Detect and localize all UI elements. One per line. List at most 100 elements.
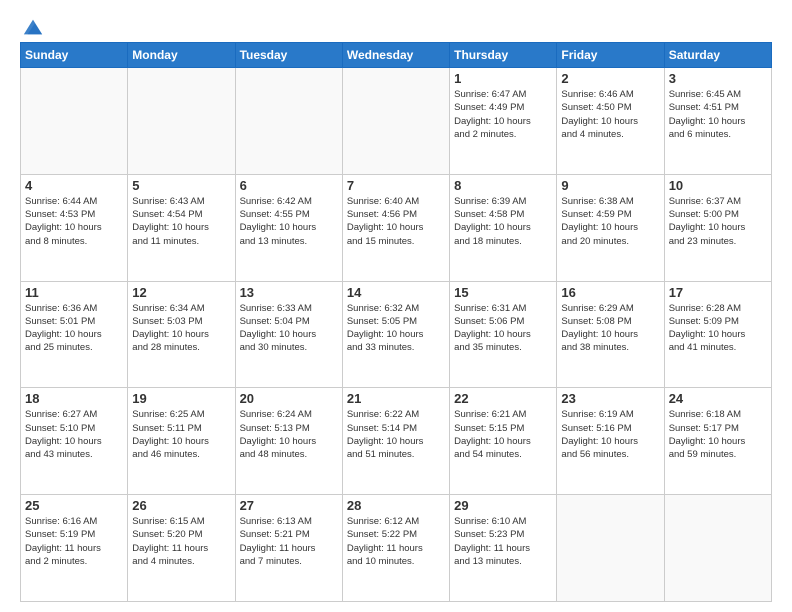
calendar-cell: 29 Sunrise: 6:10 AM Sunset: 5:23 PM Dayli… [450, 495, 557, 602]
calendar-cell: 10Sunrise: 6:37 AM Sunset: 5:00 PM Dayli… [664, 174, 771, 281]
day-number: 29 [454, 498, 552, 513]
day-info: Sunrise: 6:16 AM Sunset: 5:19 PM Dayligh… [25, 515, 123, 568]
calendar-header-monday: Monday [128, 43, 235, 68]
calendar-cell: 12 Sunrise: 6:34 AM Sunset: 5:03 PM Dayli… [128, 281, 235, 388]
day-info: Sunrise: 6:46 AM Sunset: 4:50 PM Dayligh… [561, 88, 659, 141]
day-info: Sunrise: 6:18 AM Sunset: 5:17 PM Dayligh… [669, 408, 767, 461]
day-info: Sunrise: 6:10 AM Sunset: 5:23 PM Dayligh… [454, 515, 552, 568]
day-number: 2 [561, 71, 659, 86]
day-info: Sunrise: 6:38 AM Sunset: 4:59 PM Dayligh… [561, 195, 659, 248]
calendar-header-wednesday: Wednesday [342, 43, 449, 68]
day-info: Sunrise: 6:15 AM Sunset: 5:20 PM Dayligh… [132, 515, 230, 568]
day-info: Sunrise: 6:27 AM Sunset: 5:10 PM Dayligh… [25, 408, 123, 461]
day-number: 24 [669, 391, 767, 406]
calendar-cell: 4Sunrise: 6:44 AM Sunset: 4:53 PM Daylig… [21, 174, 128, 281]
calendar-cell: 26 Sunrise: 6:15 AM Sunset: 5:20 PM Dayli… [128, 495, 235, 602]
calendar-cell: 14 Sunrise: 6:32 AM Sunset: 5:05 PM Dayli… [342, 281, 449, 388]
calendar-cell: 19 Sunrise: 6:25 AM Sunset: 5:11 PM Dayli… [128, 388, 235, 495]
day-info: Sunrise: 6:39 AM Sunset: 4:58 PM Dayligh… [454, 195, 552, 248]
calendar-cell: 6 Sunrise: 6:42 AM Sunset: 4:55 PM Daylig… [235, 174, 342, 281]
day-info: Sunrise: 6:25 AM Sunset: 5:11 PM Dayligh… [132, 408, 230, 461]
day-number: 20 [240, 391, 338, 406]
day-number: 3 [669, 71, 767, 86]
calendar-cell [557, 495, 664, 602]
day-info: Sunrise: 6:47 AM Sunset: 4:49 PM Dayligh… [454, 88, 552, 141]
calendar-header-saturday: Saturday [664, 43, 771, 68]
day-info: Sunrise: 6:43 AM Sunset: 4:54 PM Dayligh… [132, 195, 230, 248]
calendar-cell: 20 Sunrise: 6:24 AM Sunset: 5:13 PM Dayli… [235, 388, 342, 495]
logo-icon [22, 16, 44, 38]
day-info: Sunrise: 6:37 AM Sunset: 5:00 PM Dayligh… [669, 195, 767, 248]
calendar-cell: 5 Sunrise: 6:43 AM Sunset: 4:54 PM Daylig… [128, 174, 235, 281]
day-info: Sunrise: 6:13 AM Sunset: 5:21 PM Dayligh… [240, 515, 338, 568]
day-info: Sunrise: 6:42 AM Sunset: 4:55 PM Dayligh… [240, 195, 338, 248]
calendar-header-tuesday: Tuesday [235, 43, 342, 68]
day-number: 21 [347, 391, 445, 406]
day-info: Sunrise: 6:22 AM Sunset: 5:14 PM Dayligh… [347, 408, 445, 461]
page: SundayMondayTuesdayWednesdayThursdayFrid… [0, 0, 792, 612]
day-info: Sunrise: 6:12 AM Sunset: 5:22 PM Dayligh… [347, 515, 445, 568]
day-number: 26 [132, 498, 230, 513]
calendar-week-0: 1 Sunrise: 6:47 AM Sunset: 4:49 PM Daylig… [21, 68, 772, 175]
day-info: Sunrise: 6:40 AM Sunset: 4:56 PM Dayligh… [347, 195, 445, 248]
calendar-cell: 18 Sunrise: 6:27 AM Sunset: 5:10 PM Dayli… [21, 388, 128, 495]
day-number: 1 [454, 71, 552, 86]
day-number: 9 [561, 178, 659, 193]
calendar-cell [235, 68, 342, 175]
day-info: Sunrise: 6:28 AM Sunset: 5:09 PM Dayligh… [669, 302, 767, 355]
day-number: 14 [347, 285, 445, 300]
day-number: 6 [240, 178, 338, 193]
calendar-cell: 8Sunrise: 6:39 AM Sunset: 4:58 PM Daylig… [450, 174, 557, 281]
calendar-cell [342, 68, 449, 175]
day-info: Sunrise: 6:31 AM Sunset: 5:06 PM Dayligh… [454, 302, 552, 355]
day-number: 28 [347, 498, 445, 513]
day-info: Sunrise: 6:44 AM Sunset: 4:53 PM Dayligh… [25, 195, 123, 248]
day-number: 23 [561, 391, 659, 406]
day-number: 25 [25, 498, 123, 513]
calendar-header-thursday: Thursday [450, 43, 557, 68]
day-number: 22 [454, 391, 552, 406]
day-number: 18 [25, 391, 123, 406]
day-number: 7 [347, 178, 445, 193]
day-info: Sunrise: 6:21 AM Sunset: 5:15 PM Dayligh… [454, 408, 552, 461]
day-info: Sunrise: 6:45 AM Sunset: 4:51 PM Dayligh… [669, 88, 767, 141]
calendar-week-1: 4Sunrise: 6:44 AM Sunset: 4:53 PM Daylig… [21, 174, 772, 281]
calendar-cell [128, 68, 235, 175]
day-number: 27 [240, 498, 338, 513]
day-info: Sunrise: 6:33 AM Sunset: 5:04 PM Dayligh… [240, 302, 338, 355]
calendar-cell: 28 Sunrise: 6:12 AM Sunset: 5:22 PM Dayli… [342, 495, 449, 602]
calendar-cell [664, 495, 771, 602]
day-info: Sunrise: 6:36 AM Sunset: 5:01 PM Dayligh… [25, 302, 123, 355]
day-number: 11 [25, 285, 123, 300]
calendar-table: SundayMondayTuesdayWednesdayThursdayFrid… [20, 42, 772, 602]
day-info: Sunrise: 6:34 AM Sunset: 5:03 PM Dayligh… [132, 302, 230, 355]
calendar-cell: 2 Sunrise: 6:46 AM Sunset: 4:50 PM Daylig… [557, 68, 664, 175]
day-number: 15 [454, 285, 552, 300]
calendar-week-3: 18 Sunrise: 6:27 AM Sunset: 5:10 PM Dayli… [21, 388, 772, 495]
calendar-cell [21, 68, 128, 175]
day-number: 5 [132, 178, 230, 193]
calendar-cell: 16 Sunrise: 6:29 AM Sunset: 5:08 PM Dayli… [557, 281, 664, 388]
calendar-cell: 1 Sunrise: 6:47 AM Sunset: 4:49 PM Daylig… [450, 68, 557, 175]
day-info: Sunrise: 6:19 AM Sunset: 5:16 PM Dayligh… [561, 408, 659, 461]
day-number: 17 [669, 285, 767, 300]
day-info: Sunrise: 6:24 AM Sunset: 5:13 PM Dayligh… [240, 408, 338, 461]
header [20, 16, 772, 34]
calendar-week-4: 25 Sunrise: 6:16 AM Sunset: 5:19 PM Dayli… [21, 495, 772, 602]
calendar-cell: 17 Sunrise: 6:28 AM Sunset: 5:09 PM Dayli… [664, 281, 771, 388]
calendar-cell: 11 Sunrise: 6:36 AM Sunset: 5:01 PM Dayli… [21, 281, 128, 388]
calendar-cell: 25 Sunrise: 6:16 AM Sunset: 5:19 PM Dayli… [21, 495, 128, 602]
day-number: 16 [561, 285, 659, 300]
day-info: Sunrise: 6:29 AM Sunset: 5:08 PM Dayligh… [561, 302, 659, 355]
day-number: 13 [240, 285, 338, 300]
calendar-cell: 22 Sunrise: 6:21 AM Sunset: 5:15 PM Dayli… [450, 388, 557, 495]
calendar-cell: 3 Sunrise: 6:45 AM Sunset: 4:51 PM Daylig… [664, 68, 771, 175]
day-number: 12 [132, 285, 230, 300]
calendar-header-row: SundayMondayTuesdayWednesdayThursdayFrid… [21, 43, 772, 68]
calendar-cell: 13 Sunrise: 6:33 AM Sunset: 5:04 PM Dayli… [235, 281, 342, 388]
calendar-cell: 27 Sunrise: 6:13 AM Sunset: 5:21 PM Dayli… [235, 495, 342, 602]
calendar-header-sunday: Sunday [21, 43, 128, 68]
day-info: Sunrise: 6:32 AM Sunset: 5:05 PM Dayligh… [347, 302, 445, 355]
day-number: 19 [132, 391, 230, 406]
calendar-cell: 23 Sunrise: 6:19 AM Sunset: 5:16 PM Dayli… [557, 388, 664, 495]
